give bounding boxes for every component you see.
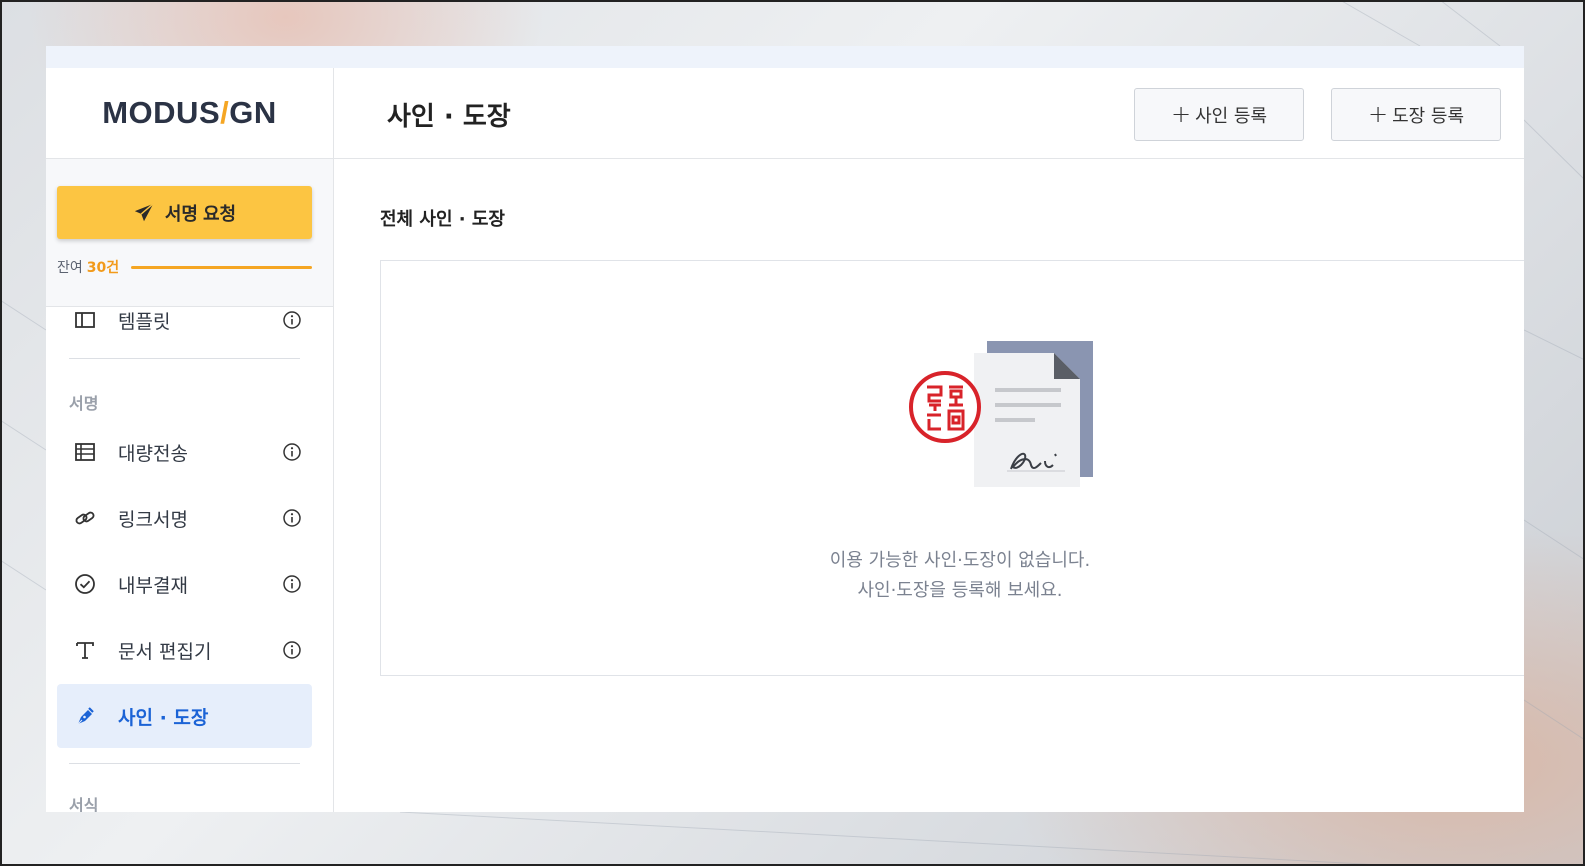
sidebar-item-internal-approval[interactable]: 내부결재: [57, 552, 312, 616]
pen-icon: [73, 704, 97, 728]
sign-request-panel: 서명 요청 잔여 30건: [46, 159, 333, 307]
template-icon: [73, 308, 97, 332]
sidebar-item-label: 템플릿: [118, 310, 171, 333]
main-content: 사인 · 도장 + 사인 등록 + 도장 등록 전체 사인 · 도장 이용 가능…: [334, 68, 1524, 812]
paper-plane-icon: [134, 202, 154, 221]
register-stamp-button[interactable]: + 도장 등록: [1331, 88, 1501, 141]
info-icon[interactable]: [282, 574, 302, 594]
sign-request-label: 서명 요청: [164, 203, 237, 224]
section-label-forms: 서식: [69, 796, 99, 812]
sidebar: MODUS/GN 서명 요청 잔여 30건 템플릿 서명 대량전송 링크서명 내…: [46, 68, 334, 812]
logo-right: GN: [229, 95, 277, 130]
text-icon: [73, 638, 97, 662]
info-icon[interactable]: [282, 442, 302, 462]
sidebar-item-label: 대량전송: [118, 442, 188, 465]
register-signature-label: 사인 등록: [1195, 105, 1268, 127]
sidebar-item-label: 링크서명: [118, 508, 188, 531]
empty-sign-stamp-illustration: [909, 341, 1093, 487]
remaining-label: 잔여: [57, 260, 83, 276]
sign-request-button[interactable]: 서명 요청: [57, 186, 312, 239]
sidebar-item-bulk-send[interactable]: 대량전송: [57, 420, 312, 484]
remaining-count: 잔여 30건: [57, 257, 312, 277]
table-icon: [73, 440, 97, 464]
register-stamp-label: 도장 등록: [1392, 105, 1465, 127]
logo-slash: /: [220, 95, 230, 130]
page-title: 사인 · 도장: [387, 102, 511, 132]
sidebar-item-label: 문서 편집기: [118, 640, 212, 663]
app-window: MODUS/GN 서명 요청 잔여 30건 템플릿 서명 대량전송 링크서명 내…: [46, 46, 1524, 812]
red-seal-stamp: [909, 371, 981, 443]
logo-area: MODUS/GN: [46, 68, 333, 159]
logo[interactable]: MODUS/GN: [102, 95, 277, 131]
check-circle-icon: [73, 572, 97, 596]
empty-message-line-2: 사인·도장을 등록해 보세요.: [857, 580, 1063, 601]
logo-left: MODUS: [102, 95, 221, 130]
register-signature-button[interactable]: + 사인 등록: [1134, 88, 1304, 141]
section-title: 전체 사인 · 도장: [380, 209, 505, 230]
sidebar-item-link-sign[interactable]: 링크서명: [57, 486, 312, 550]
empty-state-message: 이용 가능한 사인·도장이 없습니다. 사인·도장을 등록해 보세요.: [381, 546, 1524, 606]
main-header: 사인 · 도장 + 사인 등록 + 도장 등록: [334, 68, 1524, 159]
plus-icon: +: [1367, 99, 1389, 128]
remaining-value: 30건: [86, 260, 120, 276]
info-icon[interactable]: [282, 508, 302, 528]
empty-state-panel: 이용 가능한 사인·도장이 없습니다. 사인·도장을 등록해 보세요.: [380, 260, 1524, 676]
link-icon: [73, 506, 97, 530]
section-label-sign: 서명: [69, 394, 99, 413]
sidebar-item-label: 내부결재: [118, 574, 188, 597]
sidebar-item-document-editor[interactable]: 문서 편집기: [57, 618, 312, 682]
sidebar-item-label: 사인 · 도장: [118, 706, 209, 729]
info-icon[interactable]: [282, 310, 302, 330]
sidebar-item-sign-stamp[interactable]: 사인 · 도장: [57, 684, 312, 748]
empty-message-line-1: 이용 가능한 사인·도장이 없습니다.: [829, 550, 1091, 571]
nav-divider: [69, 358, 300, 359]
info-icon[interactable]: [282, 640, 302, 660]
remaining-bar: [131, 265, 312, 269]
nav-divider: [69, 763, 300, 764]
plus-icon: +: [1170, 99, 1192, 128]
top-strip: [46, 46, 1524, 68]
